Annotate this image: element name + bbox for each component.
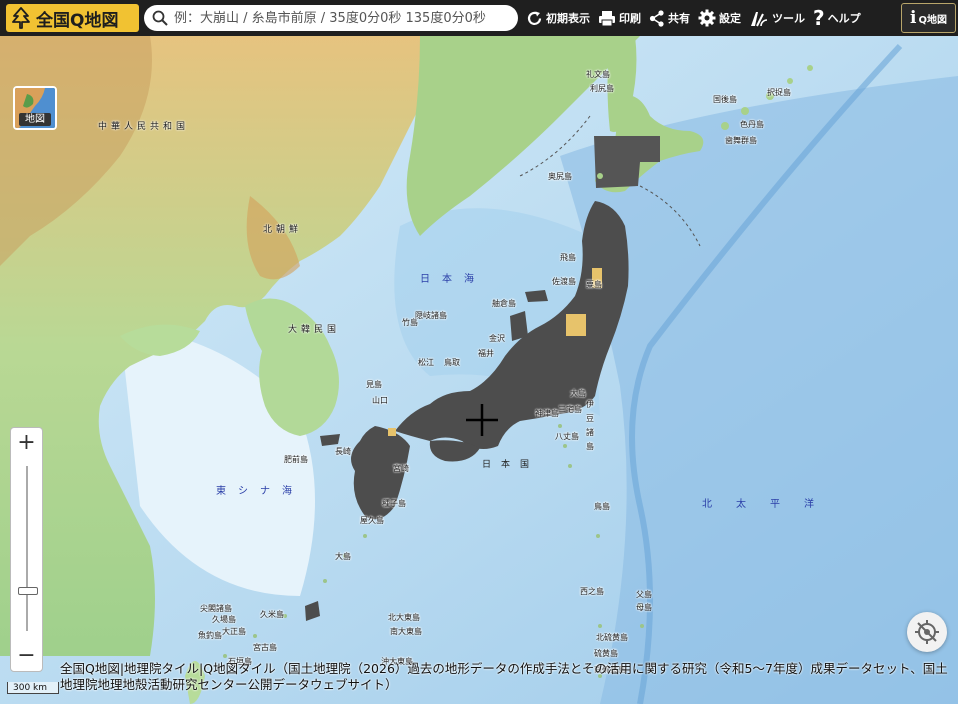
place-label: 鳥島 — [594, 502, 610, 511]
place-label: 福井 — [478, 349, 494, 358]
help-label: ヘルプ — [827, 12, 861, 25]
place-label: 色丹島 — [740, 120, 764, 129]
place-label: 飛島 — [560, 253, 576, 262]
place-label: 択捉島 — [767, 88, 791, 97]
place-label: 尖閣諸島 — [200, 604, 232, 613]
info-icon: i — [910, 8, 917, 28]
place-label: 島 — [586, 442, 594, 451]
place-label: 豆 — [586, 414, 594, 423]
place-label: 利尻島 — [590, 84, 614, 93]
base-map — [0, 36, 958, 704]
tree-logo-icon — [12, 7, 30, 29]
app-logo[interactable]: 全国Q地図 — [6, 4, 139, 32]
help-button[interactable]: ? ヘルプ — [813, 6, 861, 30]
geolocate-button[interactable] — [907, 612, 947, 652]
place-label: 八丈島 — [555, 432, 579, 441]
tools-label: ツール — [772, 12, 805, 25]
settings-button[interactable]: 設定 — [698, 9, 741, 27]
share-icon — [649, 9, 664, 27]
sea-label-north-pacific: 北太平洋 — [702, 499, 838, 510]
map-attribution[interactable]: 全国Q地図|地理院タイル|Q地図タイル（国土地理院（2026）過去の地形データの… — [60, 661, 950, 693]
refresh-icon — [527, 11, 542, 25]
country-label-north-korea: 北朝鮮 — [263, 225, 303, 235]
place-label: 佐渡島 — [552, 277, 576, 286]
share-label: 共有 — [668, 12, 690, 25]
sea-label-japan: 日本国 — [482, 460, 540, 470]
share-button[interactable]: 共有 — [649, 9, 690, 27]
place-label: 歯舞群島 — [725, 136, 757, 145]
place-label: 南大東島 — [390, 627, 422, 636]
settings-label: 設定 — [719, 12, 741, 25]
place-label: 見島 — [366, 380, 382, 389]
place-label: 奥尻島 — [548, 172, 572, 181]
scale-bar: 300 km — [7, 682, 59, 694]
place-label: 西之島 — [580, 587, 604, 596]
place-label: 国後島 — [713, 95, 737, 104]
place-label: 種子島 — [382, 499, 406, 508]
zoom-control: + − — [10, 427, 43, 672]
place-label: 北硫黄島 — [596, 633, 628, 642]
place-label: 大島 — [335, 552, 351, 561]
search-box[interactable] — [144, 5, 518, 31]
print-label: 印刷 — [619, 12, 641, 25]
place-label: 母島 — [636, 603, 652, 612]
place-label: 宮崎 — [393, 464, 409, 473]
place-label: 久米島 — [260, 610, 284, 619]
country-label-china: 中華人民共和国 — [98, 122, 190, 132]
place-label: 松江 — [418, 358, 434, 367]
place-label: 神津島 — [535, 409, 559, 418]
place-label: 大島 — [570, 389, 586, 398]
app-header: 全国Q地図 初期表示 印刷 共有 — [0, 0, 958, 36]
place-label: 伊 — [586, 400, 594, 409]
reset-view-button[interactable]: 初期表示 — [526, 10, 590, 27]
place-label: 礼文島 — [586, 70, 610, 79]
place-label: 隠岐諸島 — [415, 311, 447, 320]
place-label: 長崎 — [335, 447, 351, 456]
printer-icon — [599, 10, 615, 26]
map-view[interactable]: 中華人民共和国 北朝鮮 大韓民国 日本海 東シナ海 北太平洋 日本国 礼文島 利… — [0, 36, 958, 704]
place-label: 硫黄島 — [594, 649, 618, 658]
zoom-slider-handle[interactable] — [18, 586, 38, 595]
place-label: 父島 — [636, 590, 652, 599]
place-label: 鳥取 — [444, 358, 460, 367]
layer-switch-label: 地図 — [19, 113, 51, 126]
tools-icon — [751, 12, 768, 27]
print-button[interactable]: 印刷 — [598, 10, 641, 27]
place-label: 宮古島 — [253, 643, 277, 652]
place-label: 肥前島 — [284, 455, 308, 464]
reset-view-label: 初期表示 — [546, 12, 590, 25]
app-logo-text: 全国Q地図 — [36, 10, 119, 31]
place-label: 諸 — [586, 428, 594, 437]
place-label: 舳倉島 — [492, 299, 516, 308]
place-label: 屋久島 — [360, 516, 384, 525]
place-label: 三宅島 — [558, 405, 582, 414]
place-label: 久場島 — [212, 615, 236, 624]
qchizu-info-button[interactable]: i Q地図 — [901, 3, 956, 33]
layer-switch-button[interactable]: 地図 — [13, 86, 57, 130]
place-label: 大正島 — [222, 627, 246, 636]
place-label: 粟島 — [586, 280, 602, 289]
tools-button[interactable]: ツール — [749, 9, 805, 27]
qchizu-info-label: Q地図 — [918, 14, 947, 26]
zoom-slider-track[interactable] — [26, 466, 28, 631]
sea-label-japan-sea: 日本海 — [420, 274, 486, 285]
country-label-south-korea: 大韓民国 — [288, 325, 341, 335]
place-label: 魚釣島 — [198, 631, 222, 640]
zoom-in-button[interactable]: + — [11, 428, 42, 458]
zoom-out-button[interactable]: − — [11, 641, 42, 671]
search-icon — [152, 10, 168, 26]
center-crosshair-icon — [466, 404, 498, 436]
sea-label-east-china-sea: 東シナ海 — [216, 486, 304, 497]
locate-icon — [915, 620, 939, 644]
gear-icon — [698, 9, 716, 27]
place-label: 金沢 — [489, 334, 505, 343]
place-label: 北大東島 — [388, 613, 420, 622]
question-icon: ? — [813, 6, 825, 30]
place-label: 山口 — [372, 396, 388, 405]
search-input[interactable] — [172, 9, 516, 27]
